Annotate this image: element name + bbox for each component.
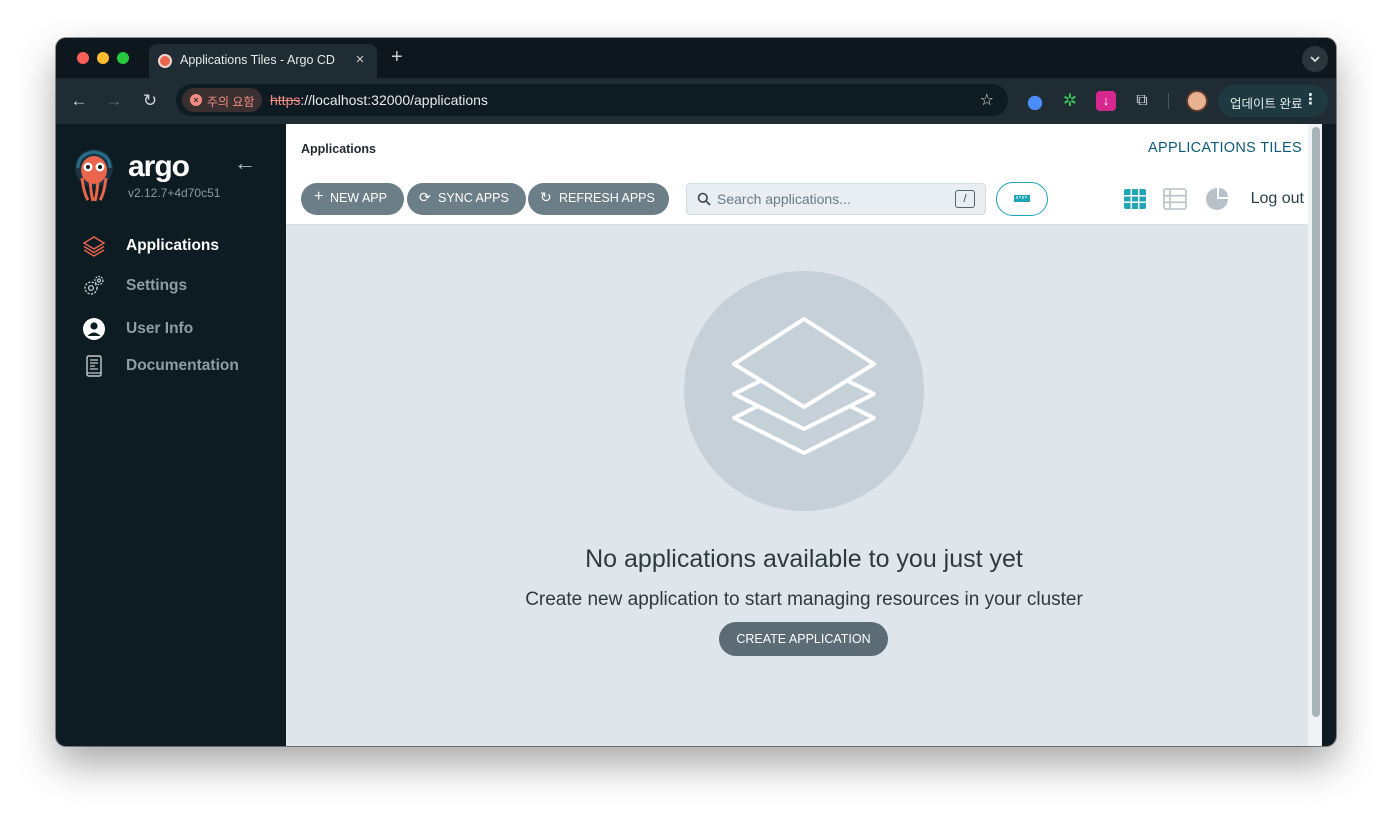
page-title: APPLICATIONS TILES <box>1148 140 1302 156</box>
main-content: Applications APPLICATIONS TILES + NEW AP… <box>286 124 1322 746</box>
warning-icon: × <box>190 94 202 106</box>
bookmark-star-icon[interactable]: ☆ <box>980 90 994 110</box>
address-bar[interactable]: × 주의 요함 https://localhost:32000/applicat… <box>176 84 1008 116</box>
list-view-icon[interactable] <box>1163 187 1187 211</box>
book-icon <box>86 355 102 377</box>
sync-apps-label: SYNC APPS <box>438 191 509 205</box>
layers-icon <box>82 236 106 257</box>
empty-state-title: No applications available to you just ye… <box>585 545 1023 573</box>
tab-close-icon[interactable]: × <box>351 51 369 68</box>
tab-strip: Applications Tiles - Argo CD × + <box>56 38 1336 78</box>
ruler-icon <box>1014 195 1030 202</box>
argo-favicon-icon <box>158 54 172 68</box>
profile-avatar[interactable] <box>1186 90 1208 112</box>
empty-state-subtitle: Create new application to start managing… <box>525 589 1083 610</box>
layers-icon <box>732 317 876 455</box>
sidebar-item-settings[interactable]: Settings <box>56 268 286 304</box>
security-warning-chip[interactable]: × 주의 요함 <box>182 88 262 112</box>
page-header: Applications APPLICATIONS TILES <box>286 124 1322 174</box>
argo-sidebar: argo v2.12.7+4d70c51 ← Applications Sett… <box>56 124 286 746</box>
empty-state-illustration <box>684 271 924 511</box>
filter-toggle-button[interactable] <box>996 182 1048 216</box>
security-warning-label: 주의 요함 <box>207 95 255 109</box>
brand-name: argo <box>128 150 190 183</box>
new-app-button[interactable]: + NEW APP <box>301 183 404 215</box>
extension-graduation-icon[interactable] <box>1025 91 1045 111</box>
chevron-down-icon <box>1310 56 1320 62</box>
browser-window: Applications Tiles - Argo CD × + ← → ↻ ×… <box>56 38 1336 746</box>
refresh-apps-label: REFRESH APPS <box>559 191 655 205</box>
version-label: v2.12.7+4d70c51 <box>128 186 221 200</box>
search-box[interactable]: / <box>686 183 986 215</box>
sync-apps-button[interactable]: ⟳ SYNC APPS <box>407 183 526 215</box>
logout-link[interactable]: Log out <box>1251 190 1304 208</box>
plus-icon: + <box>314 188 324 205</box>
refresh-apps-button[interactable]: ↻ REFRESH APPS <box>528 183 669 215</box>
browser-tab[interactable]: Applications Tiles - Argo CD × <box>149 44 377 78</box>
gears-icon <box>84 275 104 295</box>
forward-icon[interactable]: → <box>103 90 125 112</box>
user-icon <box>83 318 105 340</box>
extension-gear-icon[interactable]: ✲ <box>1060 91 1080 111</box>
menu-dots-icon: ⋮ <box>1303 91 1318 108</box>
scrollbar-thumb[interactable] <box>1312 127 1320 717</box>
browser-toolbar: ← → ↻ × 주의 요함 https://localhost:32000/ap… <box>56 78 1336 124</box>
reload-icon[interactable]: ↻ <box>139 90 161 112</box>
tab-search-button[interactable] <box>1302 46 1328 72</box>
sidebar-item-label: Applications <box>126 237 220 254</box>
new-app-label: NEW APP <box>330 191 387 205</box>
search-input[interactable] <box>717 184 947 214</box>
argo-logo-icon <box>75 149 113 202</box>
sidebar-item-applications[interactable]: Applications <box>56 228 286 264</box>
refresh-icon: ↻ <box>540 189 552 205</box>
sidebar-item-label: Settings <box>126 277 188 294</box>
new-tab-button[interactable]: + <box>391 46 403 69</box>
tab-title: Applications Tiles - Argo CD <box>180 53 335 67</box>
create-application-button[interactable]: CREATE APPLICATION <box>719 622 888 656</box>
close-window-button[interactable] <box>77 52 89 64</box>
search-icon <box>697 192 711 206</box>
minimize-window-button[interactable] <box>97 52 109 64</box>
action-bar: + NEW APP ⟳ SYNC APPS ↻ REFRESH APPS / <box>286 174 1322 225</box>
sync-icon: ⟳ <box>419 189 431 205</box>
sidebar-item-label: Documentation <box>126 357 239 374</box>
back-icon[interactable]: ← <box>68 90 90 112</box>
extension-download-icon[interactable]: ↓ <box>1096 91 1116 111</box>
url-text[interactable]: https://localhost:32000/applications <box>270 92 488 108</box>
scrollbar-track[interactable] <box>1308 124 1322 746</box>
extensions-puzzle-icon[interactable]: ⧉ <box>1132 91 1152 111</box>
sidebar-item-label: User Info <box>126 320 194 337</box>
search-shortcut-hint: / <box>955 190 975 208</box>
tiles-view-icon[interactable] <box>1123 187 1147 211</box>
toolbar-divider <box>1168 93 1169 109</box>
url-scheme: https <box>270 92 301 108</box>
update-button[interactable]: 업데이트 완료 ⋮ <box>1218 85 1328 117</box>
breadcrumb[interactable]: Applications <box>301 142 376 156</box>
url-path: ://localhost:32000/applications <box>300 92 488 108</box>
pie-chart-view-icon[interactable] <box>1205 187 1229 211</box>
sidebar-item-user-info[interactable]: User Info <box>56 311 286 347</box>
collapse-sidebar-icon[interactable]: ← <box>234 150 256 176</box>
sidebar-item-documentation[interactable]: Documentation <box>56 348 286 384</box>
update-label: 업데이트 완료 <box>1230 97 1303 111</box>
maximize-window-button[interactable] <box>117 52 129 64</box>
